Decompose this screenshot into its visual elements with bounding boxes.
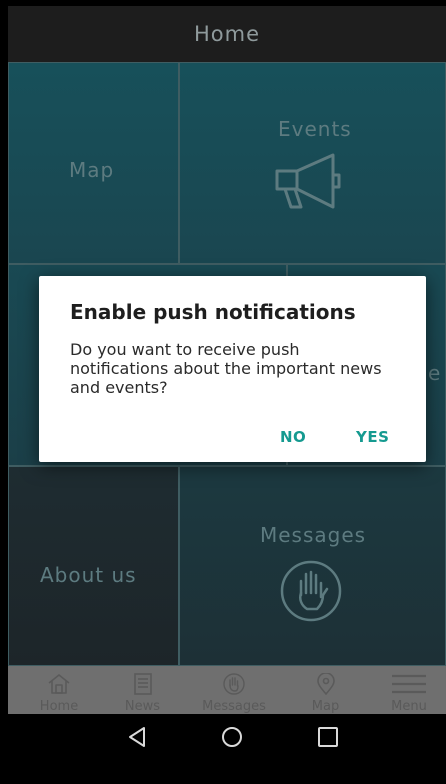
- hand-icon: [280, 560, 342, 622]
- no-button[interactable]: NO: [280, 428, 306, 446]
- tab-news[interactable]: News: [112, 666, 174, 714]
- bottom-tab-bar: Home News Messages Map Menu: [8, 666, 446, 714]
- tab-map[interactable]: Map: [295, 666, 357, 714]
- map-pin-icon: [316, 673, 335, 695]
- tile-messages-label: Messages: [260, 523, 367, 547]
- tile-row2-right-label: e: [428, 361, 442, 385]
- tile-about-us-label: About us: [40, 563, 137, 587]
- tab-messages[interactable]: Messages: [195, 666, 273, 714]
- tab-menu[interactable]: Menu: [378, 666, 440, 714]
- recents-icon[interactable]: [313, 724, 343, 750]
- home-circle-icon[interactable]: [217, 724, 247, 750]
- tab-home[interactable]: Home: [28, 666, 90, 714]
- tile-events[interactable]: Events: [179, 62, 446, 264]
- tab-messages-label: Messages: [202, 699, 266, 714]
- yes-button[interactable]: YES: [356, 428, 389, 446]
- tile-messages[interactable]: Messages: [179, 466, 446, 666]
- dialog-title: Enable push notifications: [70, 300, 356, 324]
- home-icon: [48, 674, 70, 694]
- hand-icon: [223, 673, 245, 695]
- page-title: Home: [193, 22, 260, 46]
- tile-about-us[interactable]: About us: [8, 466, 179, 666]
- menu-icon: [392, 674, 426, 694]
- tile-events-label: Events: [278, 117, 352, 141]
- app-header: Home: [8, 6, 446, 62]
- tab-map-label: Map: [311, 699, 340, 714]
- push-notifications-dialog: Enable push notifications Do you want to…: [39, 276, 426, 462]
- android-nav-bar: [8, 714, 446, 784]
- megaphone-icon: [275, 153, 341, 209]
- news-icon: [133, 673, 152, 695]
- tab-menu-label: Menu: [391, 699, 427, 714]
- tab-news-label: News: [124, 699, 161, 714]
- app-screen: Home Map Events e About us Messages Enab…: [8, 6, 446, 784]
- tile-map[interactable]: Map: [8, 62, 179, 264]
- back-icon[interactable]: [122, 724, 152, 750]
- dialog-message: Do you want to receive push notification…: [70, 340, 382, 397]
- tile-map-label: Map: [69, 158, 115, 182]
- tab-home-label: Home: [39, 699, 79, 714]
